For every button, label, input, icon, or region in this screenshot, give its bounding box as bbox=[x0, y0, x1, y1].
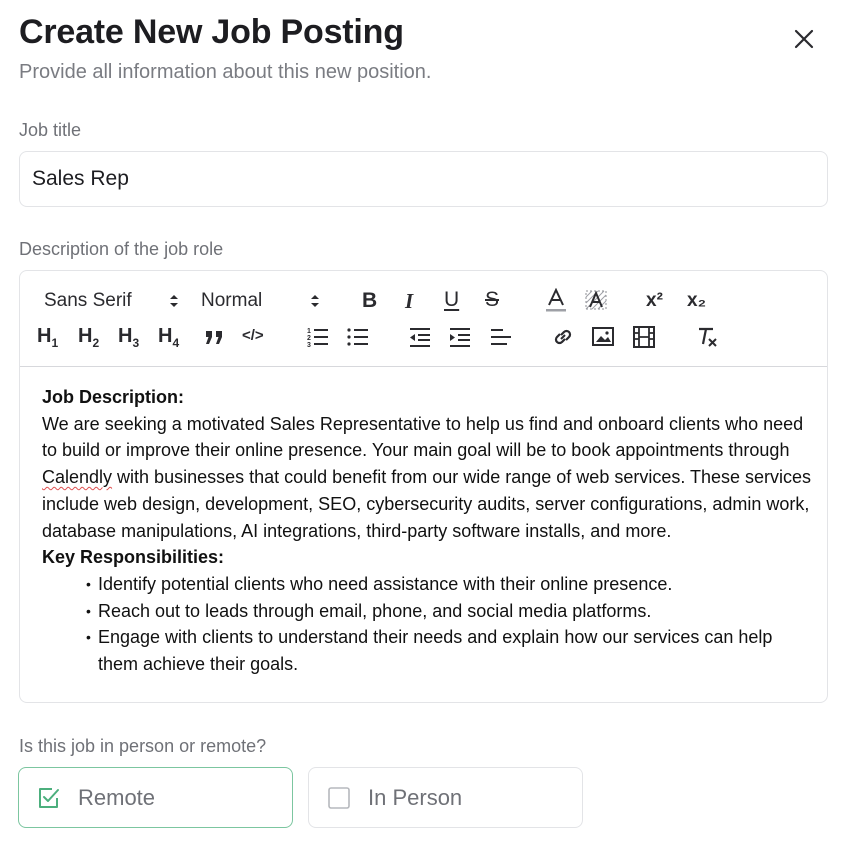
blockquote-icon[interactable] bbox=[204, 329, 226, 347]
image-icon[interactable] bbox=[591, 325, 615, 349]
list-item: Engage with clients to understand their … bbox=[86, 624, 817, 677]
job-title-label: Job title bbox=[19, 120, 82, 140]
rich-text-editor: Sans Serif Normal B I U S x² x₂ H1 H2 H3… bbox=[19, 270, 828, 703]
h4-button[interactable]: H4 bbox=[158, 325, 179, 350]
superscript-button[interactable]: x² bbox=[646, 290, 663, 312]
remote-option[interactable]: Remote bbox=[18, 767, 293, 828]
code-block-button[interactable]: </> bbox=[242, 327, 264, 344]
editor-content[interactable]: Job Description: We are seeking a motiva… bbox=[42, 384, 817, 678]
page-subtitle: Provide all information about this new p… bbox=[19, 61, 432, 83]
h3-button[interactable]: H3 bbox=[118, 325, 139, 350]
underline-button[interactable]: U bbox=[444, 288, 459, 312]
font-family-select[interactable]: Sans Serif bbox=[44, 290, 132, 312]
bold-button[interactable]: B bbox=[362, 289, 377, 313]
bullet-list-icon[interactable] bbox=[346, 325, 370, 349]
editor-toolbar: Sans Serif Normal B I U S x² x₂ H1 H2 H3… bbox=[20, 271, 827, 367]
responsibilities-list: Identify potential clients who need assi… bbox=[42, 571, 817, 678]
align-icon[interactable] bbox=[489, 325, 513, 349]
svg-text:3: 3 bbox=[307, 342, 311, 349]
h1-button[interactable]: H1 bbox=[37, 325, 58, 350]
text-color-icon[interactable] bbox=[544, 288, 568, 314]
video-icon[interactable] bbox=[632, 325, 656, 349]
misspelled-word: Calendly bbox=[42, 467, 113, 488]
font-size-select[interactable]: Normal bbox=[201, 290, 262, 312]
outdent-icon[interactable] bbox=[408, 325, 432, 349]
svg-text:2: 2 bbox=[307, 335, 311, 342]
subscript-button[interactable]: x₂ bbox=[687, 290, 706, 312]
key-responsibilities-heading: Key Responsibilities: bbox=[42, 547, 225, 568]
background-color-icon[interactable] bbox=[583, 288, 609, 314]
description-label: Description of the job role bbox=[19, 239, 224, 259]
italic-button[interactable]: I bbox=[405, 289, 413, 314]
list-item: Reach out to leads through email, phone,… bbox=[86, 598, 817, 625]
clear-format-icon[interactable] bbox=[695, 325, 719, 349]
close-icon[interactable] bbox=[790, 25, 818, 53]
work-type-label: Is this job in person or remote? bbox=[19, 736, 267, 756]
list-item: Identify potential clients who need assi… bbox=[86, 571, 817, 598]
indent-icon[interactable] bbox=[448, 325, 472, 349]
ordered-list-icon[interactable]: 1 2 3 bbox=[306, 325, 330, 349]
link-icon[interactable] bbox=[551, 325, 575, 349]
in-person-label: In Person bbox=[368, 785, 463, 810]
checkbox-unchecked-icon bbox=[328, 787, 350, 809]
checkbox-checked-icon bbox=[39, 788, 59, 808]
size-select-arrows-icon bbox=[311, 295, 319, 307]
remote-label: Remote bbox=[78, 785, 156, 810]
in-person-option[interactable]: In Person bbox=[308, 767, 583, 828]
page-title: Create New Job Posting bbox=[19, 13, 404, 51]
svg-text:1: 1 bbox=[307, 328, 311, 335]
job-description-paragraph: We are seeking a motivated Sales Represe… bbox=[42, 413, 812, 541]
job-description-heading: Job Description: bbox=[42, 387, 185, 407]
strike-button[interactable]: S bbox=[485, 288, 499, 312]
job-title-input[interactable] bbox=[19, 151, 828, 207]
h2-button[interactable]: H2 bbox=[78, 325, 99, 350]
font-select-arrows-icon bbox=[170, 295, 178, 307]
